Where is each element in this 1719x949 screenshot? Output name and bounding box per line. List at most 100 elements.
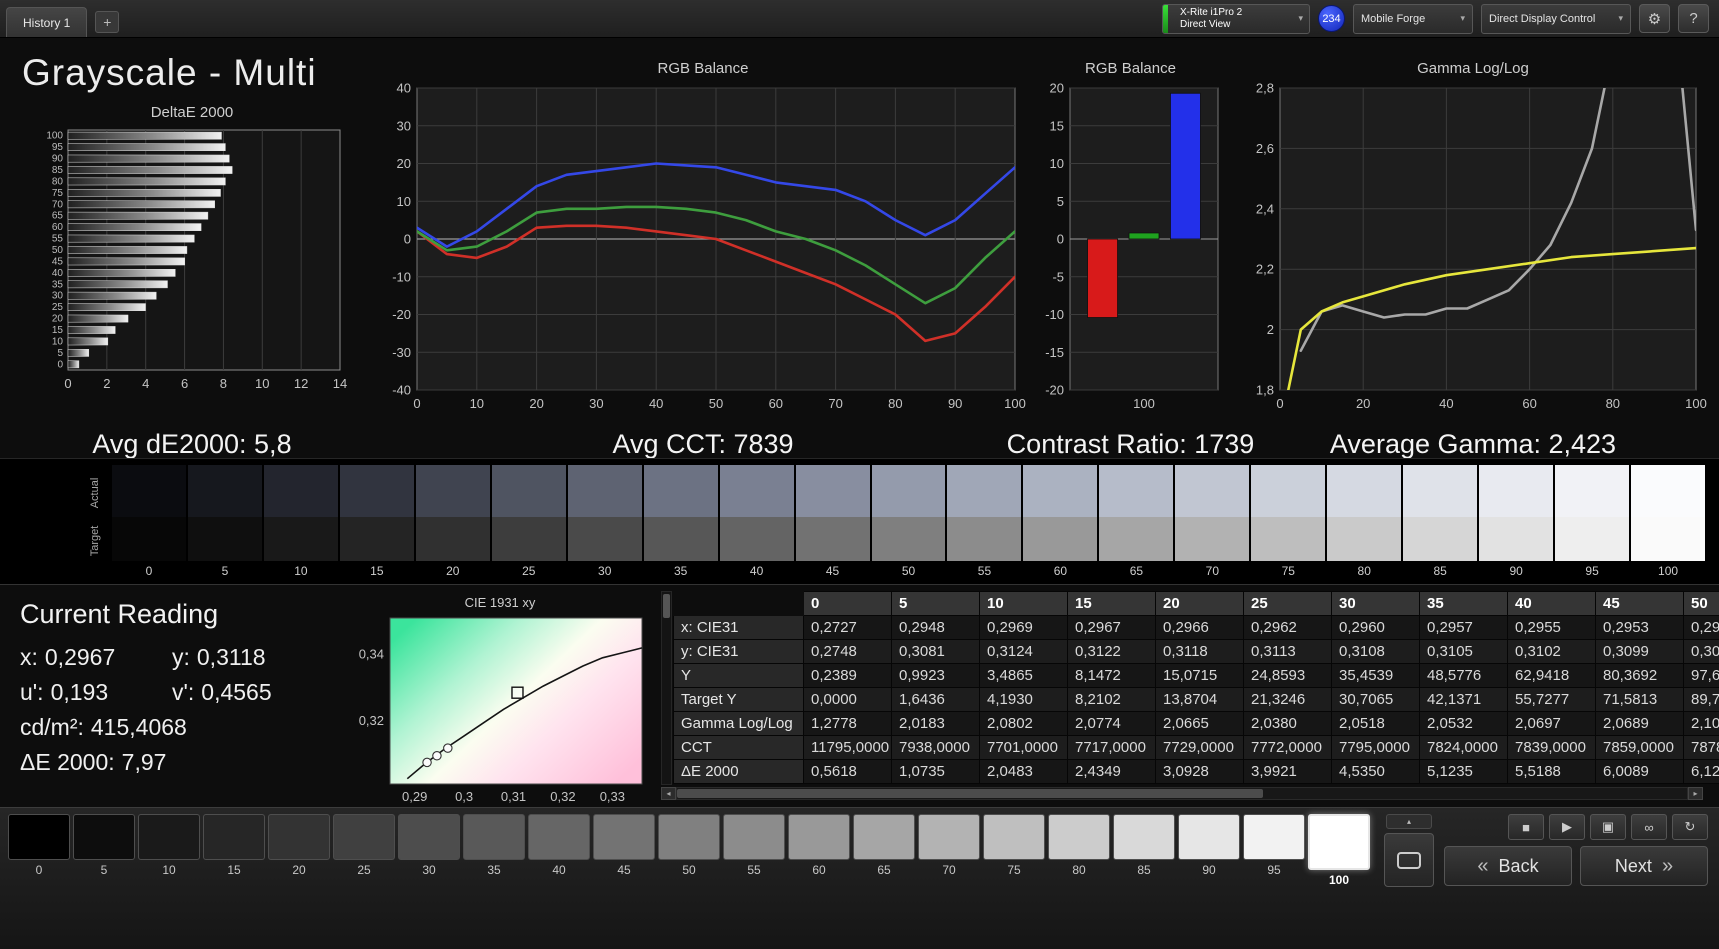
play-button[interactable]: ▶ xyxy=(1549,814,1585,840)
tile-label: 15 xyxy=(370,564,384,578)
svg-text:0: 0 xyxy=(404,232,411,247)
actual-swatch xyxy=(1251,465,1326,517)
tile-label: 65 xyxy=(1129,564,1144,578)
grayscale-tile-80: 80 xyxy=(1327,465,1402,584)
settings-button[interactable]: ⚙ xyxy=(1639,4,1670,33)
pattern-patch-25[interactable]: 25 xyxy=(333,814,395,877)
tile-label: 5 xyxy=(221,564,229,578)
source-select[interactable]: Mobile Forge ▾ xyxy=(1353,3,1473,34)
actual-swatch xyxy=(263,465,338,517)
patch-swatch xyxy=(528,814,590,860)
reading-badge[interactable]: 234 xyxy=(1318,5,1345,32)
tab-history-1[interactable]: History 1 xyxy=(6,7,88,37)
svg-text:10: 10 xyxy=(397,194,411,209)
pattern-patch-65[interactable]: 65 xyxy=(853,814,915,877)
pattern-patch-60[interactable]: 60 xyxy=(788,814,850,877)
svg-text:0: 0 xyxy=(413,396,420,411)
pattern-patch-70[interactable]: 70 xyxy=(918,814,980,877)
reading-item: ΔE 2000: 7,97 xyxy=(20,749,172,776)
table-cell: 0,2967 xyxy=(1067,615,1156,640)
table-cell: 2,0483 xyxy=(979,759,1068,784)
pattern-patch-100[interactable]: 100 xyxy=(1308,814,1370,887)
next-button[interactable]: Next » xyxy=(1580,846,1708,886)
grayscale-tile-25: 25 xyxy=(491,465,566,584)
pattern-screen-button[interactable]: ▣ xyxy=(1590,814,1626,840)
actual-swatch xyxy=(1555,465,1630,517)
patch-label: 65 xyxy=(877,863,891,877)
patch-label: 75 xyxy=(1007,863,1021,877)
pattern-patch-35[interactable]: 35 xyxy=(463,814,525,877)
svg-text:0,31: 0,31 xyxy=(501,789,526,804)
column-header: 30 xyxy=(1331,591,1420,616)
grayscale-tile-95: 95 xyxy=(1555,465,1630,584)
svg-text:45: 45 xyxy=(52,256,64,267)
reading-value: 415,4068 xyxy=(90,714,187,740)
pattern-patch-50[interactable]: 50 xyxy=(658,814,720,877)
table-vertical-scrollbar[interactable] xyxy=(661,591,672,785)
pattern-patch-0[interactable]: 0 xyxy=(8,814,70,877)
table-cell: 2,0802 xyxy=(979,711,1068,736)
table-row: CCT 11795,0000 7938,0000 7701,0000 7717,0000… xyxy=(673,735,1719,760)
chevron-down-icon: ▾ xyxy=(1298,13,1303,23)
column-header: 35 xyxy=(1419,591,1508,616)
table-cell: 0,3124 xyxy=(979,639,1068,664)
scroll-right-button[interactable]: ▸ xyxy=(1688,787,1703,800)
back-button[interactable]: « Back xyxy=(1444,846,1572,886)
table-cell: 2,0774 xyxy=(1067,711,1156,736)
table-cell: 2,0532 xyxy=(1419,711,1508,736)
meter-select[interactable]: X-Rite i1Pro 2 Direct View ▾ xyxy=(1162,3,1310,34)
row-label: Y xyxy=(673,663,804,688)
pattern-patch-90[interactable]: 90 xyxy=(1178,814,1240,877)
table-row: Y 0,2389 0,9923 3,4865 8,1472 15,0715 24,8593 3… xyxy=(673,663,1719,688)
scroll-left-button[interactable]: ◂ xyxy=(661,787,676,800)
reading-value: 0,2967 xyxy=(44,644,116,670)
grayscale-tile-10: 10 xyxy=(263,465,338,584)
display-control-select[interactable]: Direct Display Control ▾ xyxy=(1481,3,1631,34)
scroll-left-icon: ◂ xyxy=(666,789,671,798)
stop-button[interactable]: ■ xyxy=(1508,814,1544,840)
svg-text:6: 6 xyxy=(181,376,188,391)
pattern-window-button[interactable] xyxy=(1384,833,1434,887)
tile-label: 35 xyxy=(673,564,688,578)
pattern-patch-75[interactable]: 75 xyxy=(983,814,1045,877)
continuous-measure-button[interactable]: ∞ xyxy=(1631,814,1667,840)
help-button[interactable]: ? xyxy=(1678,4,1709,33)
row-label: CCT xyxy=(673,735,804,760)
pattern-patch-95[interactable]: 95 xyxy=(1243,814,1305,877)
patch-label: 95 xyxy=(1267,863,1281,877)
table-cell: 80,3692 xyxy=(1595,663,1684,688)
patch-swatch xyxy=(593,814,655,860)
infinity-icon: ∞ xyxy=(1644,819,1654,835)
column-header: 10 xyxy=(979,591,1068,616)
svg-text:15: 15 xyxy=(1049,118,1063,133)
new-tab-button[interactable]: + xyxy=(95,11,120,33)
vertical-scroll-thumb[interactable] xyxy=(663,594,670,618)
pattern-patch-55[interactable]: 55 xyxy=(723,814,785,877)
table-cell: 7701,0000 xyxy=(979,735,1068,760)
eject-button[interactable]: ▴ xyxy=(1386,814,1432,829)
pattern-patch-10[interactable]: 10 xyxy=(138,814,200,877)
reading-label: x: xyxy=(20,644,38,670)
pattern-patch-40[interactable]: 40 xyxy=(528,814,590,877)
pattern-patch-20[interactable]: 20 xyxy=(268,814,330,877)
horizontal-scroll-thumb[interactable] xyxy=(677,789,1263,798)
table-horizontal-scrollbar[interactable]: ◂ ▸ xyxy=(661,787,1703,800)
pattern-patch-45[interactable]: 45 xyxy=(593,814,655,877)
target-swatch xyxy=(339,517,414,561)
svg-text:80: 80 xyxy=(1606,396,1620,411)
table-cell: 21,3246 xyxy=(1243,687,1332,712)
table-cell: 3,4865 xyxy=(979,663,1068,688)
horizontal-scroll-track[interactable] xyxy=(676,787,1688,800)
pattern-patch-30[interactable]: 30 xyxy=(398,814,460,877)
pattern-patch-15[interactable]: 15 xyxy=(203,814,265,877)
pattern-patch-5[interactable]: 5 xyxy=(73,814,135,877)
pattern-patch-85[interactable]: 85 xyxy=(1113,814,1175,877)
refresh-button[interactable]: ↻ xyxy=(1672,814,1708,840)
svg-text:80: 80 xyxy=(52,176,64,187)
table-cell: 71,5813 xyxy=(1595,687,1684,712)
table-cell: 2,0183 xyxy=(891,711,980,736)
pattern-patch-80[interactable]: 80 xyxy=(1048,814,1110,877)
target-row-label: Target xyxy=(89,525,101,557)
back-button-label: Back xyxy=(1498,855,1539,876)
table-cell: 0,3102 xyxy=(1507,639,1596,664)
